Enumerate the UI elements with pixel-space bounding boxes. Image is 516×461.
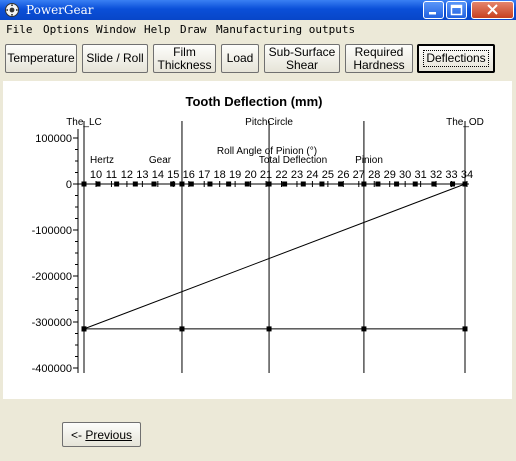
chart-title: Tooth Deflection (mm) bbox=[186, 94, 323, 109]
data-point bbox=[300, 181, 306, 187]
x-tick-label: 13 bbox=[136, 169, 148, 181]
x-tick-label: 24 bbox=[306, 169, 318, 181]
menu-manufacturing[interactable]: Manufacturing outputs bbox=[216, 23, 355, 36]
maximize-icon bbox=[450, 4, 463, 16]
data-point bbox=[394, 181, 400, 187]
series-line bbox=[83, 183, 466, 330]
previous-button[interactable]: <- Previous bbox=[62, 422, 141, 447]
required-hardness-button[interactable]: Required Hardness bbox=[345, 44, 413, 73]
vertical-marker-label: The_LC bbox=[66, 117, 102, 128]
load-button[interactable]: Load bbox=[221, 44, 259, 73]
data-point bbox=[244, 181, 250, 187]
minimize-button[interactable] bbox=[423, 1, 444, 19]
x-tick-label: 18 bbox=[214, 169, 226, 181]
x-tick-label: 32 bbox=[430, 169, 442, 181]
data-point bbox=[179, 326, 185, 332]
data-point bbox=[462, 326, 468, 332]
x-tick-label: 20 bbox=[244, 169, 256, 181]
y-tick-label: -300000 bbox=[32, 317, 72, 329]
data-point bbox=[462, 181, 468, 187]
x-tick-label: 15 bbox=[167, 169, 179, 181]
data-point bbox=[188, 181, 194, 187]
y-tick-label: -400000 bbox=[32, 363, 72, 375]
menu-window[interactable]: Window bbox=[96, 23, 136, 36]
vertical-marker-label: PitchCircle bbox=[245, 117, 293, 128]
x-tick-label: 17 bbox=[198, 169, 210, 181]
data-point bbox=[226, 181, 232, 187]
powergear-app-icon bbox=[5, 3, 19, 17]
data-point bbox=[450, 181, 456, 187]
x-tick-label: 27 bbox=[353, 169, 365, 181]
x-tick-label: 30 bbox=[399, 169, 411, 181]
data-point bbox=[81, 181, 87, 187]
x-tick-label: 21 bbox=[260, 169, 272, 181]
x-tick-label: 19 bbox=[229, 169, 241, 181]
data-point bbox=[179, 181, 185, 187]
menu-file[interactable]: File bbox=[6, 23, 33, 36]
x-tick-label: 23 bbox=[291, 169, 303, 181]
menu-bar: File Options Window Help Draw Manufactur… bbox=[0, 20, 516, 39]
x-tick-label: 34 bbox=[461, 169, 473, 181]
x-tick-label: 31 bbox=[415, 169, 427, 181]
data-point bbox=[319, 181, 325, 187]
y-tick-label: 0 bbox=[66, 179, 72, 191]
x-tick-label: 29 bbox=[384, 169, 396, 181]
x-tick-label: 16 bbox=[183, 169, 195, 181]
data-point bbox=[361, 181, 367, 187]
minimize-icon bbox=[429, 12, 436, 15]
title-bar: PowerGear bbox=[0, 0, 516, 20]
y-tick-label: -100000 bbox=[32, 225, 72, 237]
close-button[interactable] bbox=[471, 1, 514, 19]
data-point bbox=[151, 181, 157, 187]
temperature-button[interactable]: Temperature bbox=[5, 44, 77, 73]
data-point bbox=[282, 181, 288, 187]
sub-surface-shear-button[interactable]: Sub-Surface Shear bbox=[264, 44, 340, 73]
menu-options[interactable]: Options bbox=[43, 23, 89, 36]
data-point bbox=[361, 326, 367, 332]
x-tick-label: 33 bbox=[445, 169, 457, 181]
data-point bbox=[81, 326, 87, 332]
data-point bbox=[170, 181, 176, 187]
deflection-chart: Tooth Deflection (mm) Roll Angle of Pini… bbox=[32, 94, 484, 375]
y-tick-label: 100000 bbox=[35, 133, 72, 145]
data-point bbox=[266, 326, 272, 332]
x-tick-label: 14 bbox=[152, 169, 164, 181]
film-thickness-button[interactable]: Film Thickness bbox=[153, 44, 216, 73]
x-tick-label: 25 bbox=[322, 169, 334, 181]
y-tick-label: -200000 bbox=[32, 271, 72, 283]
series-label: Pinion bbox=[355, 155, 383, 166]
data-point bbox=[95, 181, 101, 187]
series-label: Gear bbox=[149, 155, 172, 166]
close-icon bbox=[487, 4, 498, 15]
data-point bbox=[431, 181, 437, 187]
deflections-button[interactable]: Deflections bbox=[417, 44, 495, 73]
menu-help[interactable]: Help bbox=[144, 23, 171, 36]
x-tick-label: 26 bbox=[337, 169, 349, 181]
menu-draw[interactable]: Draw bbox=[180, 23, 207, 36]
x-tick-label: 10 bbox=[90, 169, 102, 181]
series-label: Total Deflection bbox=[259, 155, 327, 166]
x-tick-label: 28 bbox=[368, 169, 380, 181]
data-point bbox=[207, 181, 213, 187]
data-point bbox=[266, 181, 272, 187]
data-point bbox=[132, 181, 138, 187]
data-point bbox=[412, 181, 418, 187]
data-point bbox=[375, 181, 381, 187]
x-tick-label: 12 bbox=[121, 169, 133, 181]
data-point bbox=[338, 181, 344, 187]
x-tick-label: 11 bbox=[106, 169, 117, 181]
vertical-marker-label: The_OD bbox=[446, 117, 484, 128]
panel-edge bbox=[512, 81, 516, 399]
slide-roll-button[interactable]: Slide / Roll bbox=[82, 44, 148, 73]
maximize-button[interactable] bbox=[446, 1, 467, 19]
window-title: PowerGear bbox=[26, 3, 94, 17]
x-tick-label: 22 bbox=[275, 169, 287, 181]
series-label: Hertz bbox=[90, 155, 114, 166]
chart-panel: Tooth Deflection (mm) Roll Angle of Pini… bbox=[3, 81, 512, 399]
toolbar: Temperature Slide / Roll Film Thickness … bbox=[0, 39, 516, 81]
data-point bbox=[114, 181, 120, 187]
